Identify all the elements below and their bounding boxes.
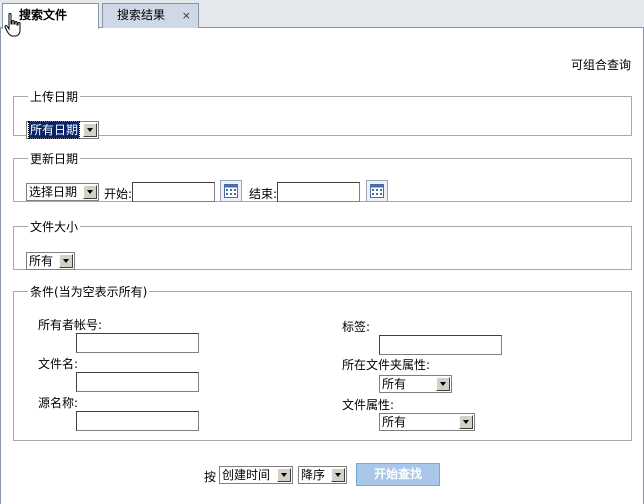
close-icon[interactable]: × [182,4,191,27]
file-size-group: 文件大小 所有 [13,218,632,270]
upload-date-group: 上传日期 所有日期 [13,88,632,139]
sort-field-select[interactable]: 创建时间 [219,466,293,484]
folder-attribute-label: 所在文件夹属性: [342,358,431,372]
chevron-down-icon [331,468,345,482]
end-label: 结束: [249,187,278,201]
start-date-input[interactable] [132,182,215,202]
file-size-select-value: 所有 [29,254,54,268]
chevron-down-icon [436,377,450,391]
folder-attribute-select-value: 所有 [382,377,407,391]
file-attribute-select[interactable]: 所有 [379,413,475,431]
combinable-query-hint: 可组合查询 [570,58,631,72]
upload-date-select[interactable]: 所有日期 [26,121,99,139]
start-search-button[interactable]: 开始查找 [356,463,440,486]
folder-attribute-select[interactable]: 所有 [379,375,452,393]
file-attribute-label: 文件属性: [342,398,395,412]
update-date-legend: 更新日期 [30,152,79,166]
start-label: 开始: [104,187,133,201]
chevron-down-icon [277,468,291,482]
calendar-icon [370,184,384,198]
conditions-group: 条件(当为空表示所有) 所有者帐号: 文件名: 源名称: 标签: 所在文件夹属性… [13,283,632,441]
file-size-legend: 文件大小 [30,220,79,234]
end-date-input[interactable] [277,182,360,202]
update-date-select[interactable]: 选择日期 [26,183,99,201]
update-date-group: 更新日期 选择日期 开始: 结束: [13,150,632,202]
source-name-input[interactable] [76,411,199,431]
sort-order-select-value: 降序 [301,468,326,482]
tab-search-files-label: 搜索文件 [19,8,68,22]
tag-input[interactable] [379,335,502,355]
sort-by-label: 按 [204,470,217,484]
chevron-down-icon [83,185,97,199]
update-date-select-value: 选择日期 [29,185,78,199]
sort-order-select[interactable]: 降序 [298,466,347,484]
calendar-icon [224,184,238,198]
filename-input[interactable] [76,372,199,392]
sort-field-select-value: 创建时间 [222,468,271,482]
conditions-legend: 条件(当为空表示所有) [30,285,148,299]
upload-date-legend: 上传日期 [30,90,79,104]
search-panel: 可组合查询 上传日期 所有日期 更新日期 选择日期 开始: 结束: 文件大小 所… [0,28,644,504]
source-name-label: 源名称: [38,396,79,410]
owner-account-input[interactable] [76,333,199,353]
start-calendar-button[interactable] [220,180,242,202]
tag-label: 标签: [342,320,371,334]
upload-date-select-value: 所有日期 [27,121,81,139]
tab-search-results[interactable]: 搜索结果 × [102,3,199,28]
end-calendar-button[interactable] [366,180,388,202]
chevron-down-icon [83,123,97,137]
chevron-down-icon [59,254,73,268]
tab-bar: 搜索文件 搜索结果 × [0,0,644,29]
filename-label: 文件名: [38,357,79,371]
owner-account-label: 所有者帐号: [38,318,103,332]
file-size-select[interactable]: 所有 [26,252,75,270]
chevron-down-icon [459,415,473,429]
tab-search-results-label: 搜索结果 [117,8,166,22]
file-attribute-select-value: 所有 [382,415,407,429]
